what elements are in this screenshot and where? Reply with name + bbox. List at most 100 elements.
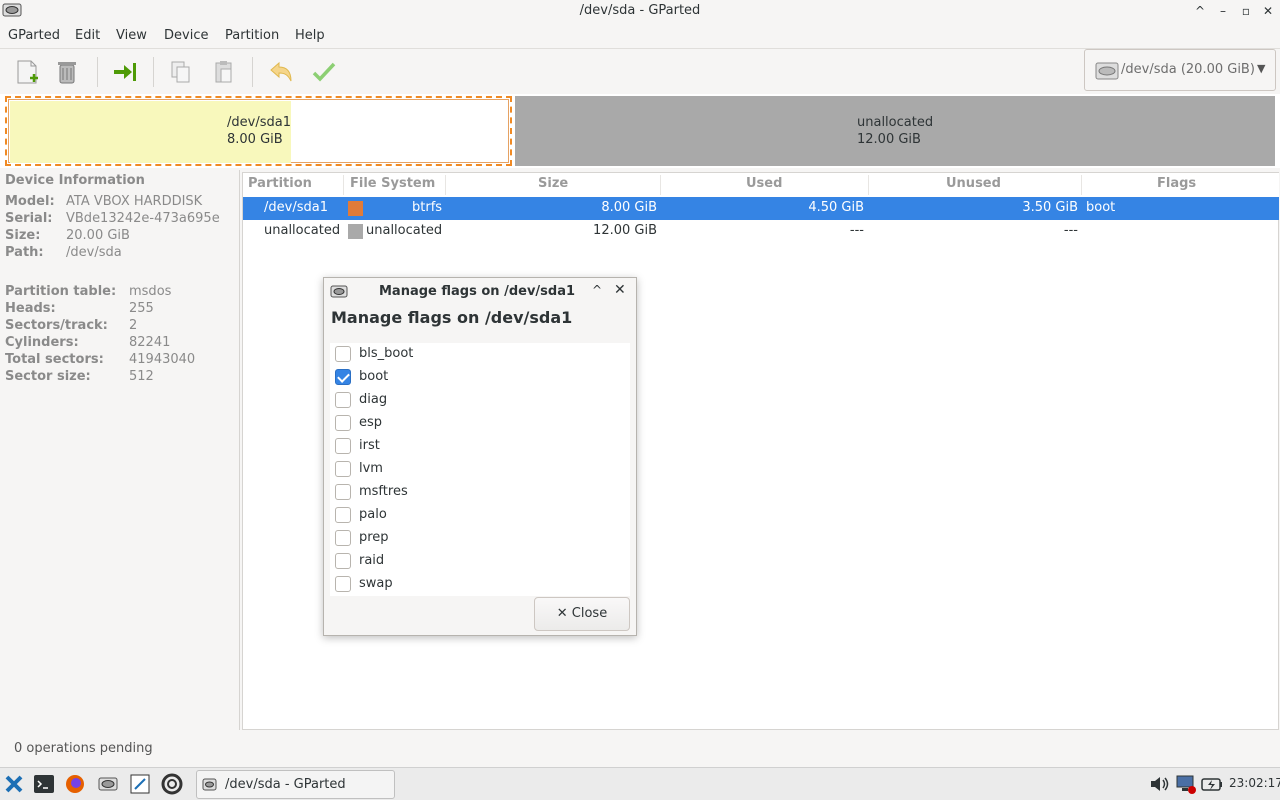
resize-move-icon[interactable] [110,57,140,87]
copy-icon[interactable] [166,57,196,87]
network-icon[interactable] [1175,773,1197,795]
column-header-size[interactable]: Size [538,176,568,191]
volume-icon[interactable] [1148,773,1170,795]
checkbox[interactable] [335,507,351,523]
column-header-unused[interactable]: Unused [946,176,1001,191]
cell-size: 8.00 GiB [601,200,657,215]
cell-partition: unallocated [264,223,341,238]
menu-partition[interactable]: Partition [225,28,279,43]
checkbox[interactable] [335,461,351,477]
table-row[interactable]: /dev/sda1 btrfs 8.00 GiB 4.50 GiB 3.50 G… [243,197,1279,220]
taskbar-window-button[interactable]: /dev/sda - GParted [196,770,395,799]
toolbar-separator [252,57,253,87]
checkbox[interactable] [335,576,351,592]
column-header-file-system[interactable]: File System [350,176,435,191]
flag-label: raid [359,553,385,568]
checkbox[interactable] [335,553,351,569]
flag-label: bls_boot [359,346,414,361]
checkbox[interactable] [335,346,351,362]
battery-icon[interactable] [1201,773,1223,795]
close-icon[interactable]: ✕ [614,282,626,298]
disk-map-partition-size: 8.00 GiB [227,132,283,147]
column-separator [868,175,869,195]
flag-item-msftres[interactable]: msftres [330,481,630,504]
clock: 23:02:17 [1229,776,1280,790]
menu-help[interactable]: Help [295,28,325,43]
xfce-menu-icon[interactable] [3,773,25,795]
flag-item-boot[interactable]: boot [330,366,630,389]
info-key: Total sectors: [5,352,104,367]
flag-label: esp [359,415,383,430]
menu-edit[interactable]: Edit [75,28,100,43]
flag-item-esp[interactable]: esp [330,412,630,435]
disk-map-partition-size: 12.00 GiB [857,132,921,147]
undo-icon[interactable] [266,57,296,87]
menu-view[interactable]: View [116,28,147,43]
cell-used: 4.50 GiB [808,200,864,215]
flag-item-raid[interactable]: raid [330,550,630,573]
column-header-used[interactable]: Used [746,176,782,191]
cell-size: 12.00 GiB [593,223,657,238]
checkbox[interactable] [335,438,351,454]
flag-item-swap[interactable]: swap [330,573,630,596]
terminal-icon[interactable] [33,773,55,795]
disk-map-unallocated[interactable]: unallocated 12.00 GiB [515,96,1275,166]
maximize-up-icon[interactable]: ^ [1191,2,1209,20]
fs-color-swatch [348,201,363,216]
info-key: Path: [5,245,44,260]
apply-icon[interactable] [309,57,339,87]
cell-unused: 3.50 GiB [1022,200,1078,215]
new-partition-icon[interactable] [12,57,42,87]
info-value: 20.00 GiB [66,228,130,243]
close-button[interactable]: ✕ Close [534,597,630,631]
flag-item-prep[interactable]: prep [330,527,630,550]
toolbar-separator [97,57,98,87]
table-row[interactable]: unallocated unallocated 12.00 GiB --- --… [243,220,1279,243]
delete-partition-icon[interactable] [52,57,82,87]
window-titlebar: /dev/sda - GParted ^ – ▫ ✕ [0,0,1280,22]
paste-icon[interactable] [209,57,239,87]
disk-map-partition-sda1[interactable]: /dev/sda1 8.00 GiB [5,96,512,166]
chevron-down-icon: ▼ [1257,62,1266,75]
flag-label: prep [359,530,389,545]
firefox-icon[interactable] [64,773,86,795]
info-key: Serial: [5,211,53,226]
help-lifebuoy-icon[interactable] [161,773,183,795]
flag-item-bls-boot[interactable]: bls_boot [330,343,630,366]
info-value: 82241 [129,335,171,350]
menu-device[interactable]: Device [164,28,208,43]
window-title: /dev/sda - GParted [579,3,701,18]
column-header-flags[interactable]: Flags [1157,176,1196,191]
text-editor-icon[interactable] [129,773,151,795]
device-selector[interactable]: /dev/sda (20.00 GiB) ▼ [1084,49,1276,91]
minimize-button[interactable]: – [1214,2,1232,20]
partition-list-header: Partition File System Size Used Unused F… [243,173,1279,197]
info-value: msdos [129,284,172,299]
taskbar: /dev/sda - GParted 23:02:17 [0,767,1280,800]
maximize-button[interactable]: ▫ [1237,2,1255,20]
checkbox[interactable] [335,392,351,408]
info-value: /dev/sda [66,245,122,260]
close-window-button[interactable]: ✕ [1259,2,1277,20]
chevron-up-icon[interactable]: ^ [592,283,602,297]
cell-flags: boot [1086,200,1116,215]
menu-gparted[interactable]: GParted [8,28,60,43]
flag-item-irst[interactable]: irst [330,435,630,458]
cell-file-system: btrfs [412,200,443,215]
menubar: GParted Edit View Device Partition Help [0,24,1280,48]
flag-item-lvm[interactable]: lvm [330,458,630,481]
gparted-launcher-icon[interactable] [97,773,119,795]
info-key: Sectors/track: [5,318,108,333]
dialog-heading: Manage flags on /dev/sda1 [331,308,573,327]
cell-partition: /dev/sda1 [264,200,328,215]
info-key: Size: [5,228,41,243]
checkbox[interactable] [335,530,351,546]
checkbox[interactable] [335,415,351,431]
column-separator [445,175,446,195]
checkbox-checked[interactable] [335,369,351,385]
flag-list: bls_boot boot diag esp irst lvm msftres … [330,343,630,596]
flag-item-diag[interactable]: diag [330,389,630,412]
flag-item-palo[interactable]: palo [330,504,630,527]
checkbox[interactable] [335,484,351,500]
column-header-partition[interactable]: Partition [248,176,312,191]
